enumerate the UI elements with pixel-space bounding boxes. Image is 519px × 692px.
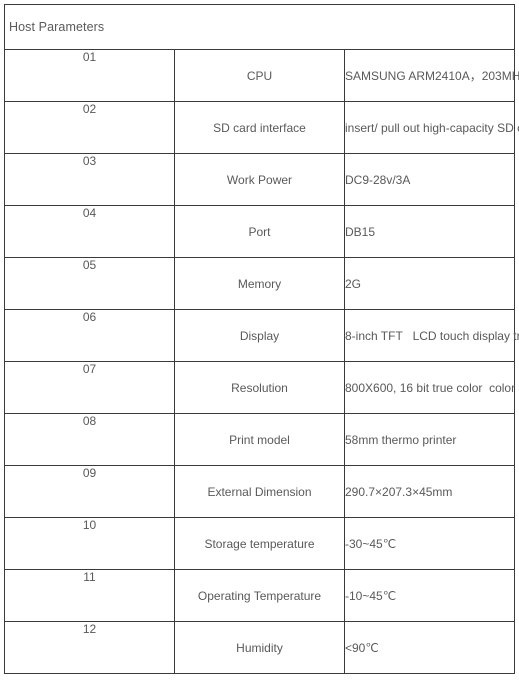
table-row: 06 Display 8-inch TFT LCD touch display tr… [4, 309, 519, 362]
row-index-cell: 09 [4, 465, 175, 518]
table-row: 07 Resolution 800X600, 16 bit true color c… [4, 361, 519, 414]
row-index-cell: 02 [4, 101, 175, 154]
parameter-value-cell: 8-inch TFT LCD touch display true color [344, 309, 519, 362]
row-index-cell: 04 [4, 205, 175, 258]
parameter-name-cell: Operating Temperature [174, 569, 345, 622]
parameter-name-cell: Display [174, 309, 345, 362]
row-index-cell: 11 [4, 569, 175, 622]
parameter-name-cell: SD card interface [174, 101, 345, 154]
parameter-name-cell: Port [174, 205, 345, 258]
row-index-cell: 08 [4, 413, 175, 466]
table-row: 11 Operating Temperature -10~45℃ [4, 569, 515, 622]
table-row: 08 Print model 58mm thermo printer [4, 413, 515, 466]
parameter-name-cell: Storage temperature [174, 517, 345, 570]
table-row: 12 Humidity <90℃ [4, 621, 515, 674]
table-row: 03 Work Power DC9-28v/3A [4, 153, 515, 206]
table-row: 05 Memory 2G [4, 257, 515, 310]
parameter-value-cell: 290.7×207.3×45mm [344, 465, 515, 518]
parameter-value-cell: 800X600, 16 bit true color color 65535 [344, 361, 519, 414]
table-body: Host Parameters 01 CPU SAMSUNG ARM2410A，20… [4, 4, 519, 674]
table-row: 09 External Dimension 290.7×207.3×45mm [4, 465, 515, 518]
parameter-value-cell: -30~45℃ [344, 517, 515, 570]
parameter-name-cell: CPU [174, 49, 345, 102]
row-index-cell: 05 [4, 257, 175, 310]
parameter-value-cell: 58mm thermo printer [344, 413, 515, 466]
host-parameters-table: Host Parameters 01 CPU SAMSUNG ARM2410A，20… [4, 4, 519, 674]
section-title: Host Parameters [4, 4, 515, 50]
parameter-name-cell: Work Power [174, 153, 345, 206]
parameter-name-cell: Print model [174, 413, 345, 466]
parameter-value-cell: DC9-28v/3A [344, 153, 515, 206]
row-index-cell: 10 [4, 517, 175, 570]
parameter-value-cell: 2G [344, 257, 515, 310]
row-index-cell: 12 [4, 621, 175, 674]
host-parameters-spec-sheet: Host Parameters 01 CPU SAMSUNG ARM2410A，20… [0, 0, 519, 692]
row-index-cell: 07 [4, 361, 175, 414]
parameter-value-cell: SAMSUNG ARM2410A，203MHZ [344, 49, 519, 102]
row-index-cell: 01 [4, 49, 175, 102]
table-header-row: Host Parameters [4, 4, 515, 50]
row-index-cell: 06 [4, 309, 175, 362]
table-row: 01 CPU SAMSUNG ARM2410A，203MHZ [4, 49, 519, 102]
parameter-name-cell: Memory [174, 257, 345, 310]
row-index-cell: 03 [4, 153, 175, 206]
parameter-name-cell: Resolution [174, 361, 345, 414]
parameter-name-cell: External Dimension [174, 465, 345, 518]
parameter-value-cell: <90℃ [344, 621, 515, 674]
table-row: 10 Storage temperature -30~45℃ [4, 517, 515, 570]
parameter-value-cell: DB15 [344, 205, 515, 258]
table-row: 04 Port DB15 [4, 205, 515, 258]
table-row: 02 SD card interface insert/ pull out high… [4, 101, 519, 154]
parameter-name-cell: Humidity [174, 621, 345, 674]
parameter-value-cell: -10~45℃ [344, 569, 515, 622]
parameter-value-cell: insert/ pull out high-capacity SD card [344, 101, 519, 154]
